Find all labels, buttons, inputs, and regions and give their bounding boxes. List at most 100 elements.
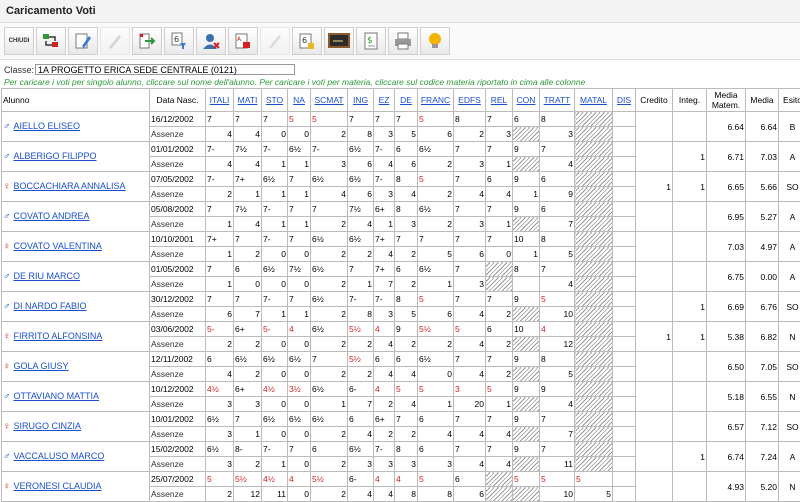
subject-link[interactable]: REL (491, 95, 508, 105)
grade-cell[interactable]: 7 (540, 262, 575, 277)
subject-header-rel[interactable]: REL (486, 89, 513, 112)
grade-cell[interactable]: 6½ (348, 442, 374, 457)
grade-cell[interactable]: 6+ (234, 322, 262, 337)
grade-cell[interactable]: 6½ (311, 292, 348, 307)
student-name-link[interactable]: ALBERIGO FILIPPO (14, 151, 97, 161)
grade-cell[interactable] (613, 112, 636, 127)
subject-header-de[interactable]: DE (395, 89, 418, 112)
grade-cell[interactable]: 8 (395, 202, 418, 217)
grade-cell[interactable]: 7+ (234, 172, 262, 187)
grade-cell[interactable]: 7+ (206, 232, 234, 247)
grade-cell[interactable]: 7 (454, 412, 486, 427)
user-delete-button[interactable] (196, 27, 226, 55)
grade-cell[interactable] (613, 352, 636, 367)
student-name-link[interactable]: AIELLO ELISEO (14, 121, 81, 131)
grade-cell[interactable]: 7- (206, 142, 234, 157)
grade-cell[interactable]: 7+ (374, 232, 395, 247)
grade-cell[interactable] (575, 442, 613, 457)
student-name-link[interactable]: GOLA GIUSY (14, 361, 69, 371)
grade-cell[interactable]: 5 (575, 472, 613, 487)
subject-header-matal[interactable]: MATAL (575, 89, 613, 112)
grade-cell[interactable]: 5 (540, 292, 575, 307)
grade-cell[interactable]: 6 (206, 352, 234, 367)
grade-cell[interactable]: 7 (454, 292, 486, 307)
student-name-link[interactable]: COVATO VALENTINA (14, 241, 102, 251)
grade-cell[interactable]: 7 (486, 292, 513, 307)
grade-cell[interactable]: 6½ (311, 322, 348, 337)
grade-cell[interactable]: 5 (206, 472, 234, 487)
grade-cell[interactable] (613, 172, 636, 187)
subject-link[interactable]: DIS (617, 95, 631, 105)
grade-cell[interactable]: 6½ (234, 352, 262, 367)
grade-cell[interactable]: 5 (454, 322, 486, 337)
grade-cell[interactable]: 8 (513, 262, 540, 277)
grade-cell[interactable]: 5 (395, 382, 418, 397)
grade-cell[interactable] (575, 352, 613, 367)
grade-cell[interactable]: 6 (234, 262, 262, 277)
grade-cell[interactable]: 7 (206, 112, 234, 127)
grade-cell[interactable]: 7½ (348, 202, 374, 217)
grade-cell[interactable]: 4 (395, 472, 418, 487)
subject-header-sto[interactable]: STO (262, 89, 288, 112)
student-name-link[interactable]: VERONESI CLAUDIA (14, 481, 102, 491)
grade-cell[interactable]: 7 (206, 262, 234, 277)
grade-cell[interactable] (613, 262, 636, 277)
grade-cell[interactable]: 7 (540, 142, 575, 157)
grade-cell[interactable]: 9 (513, 142, 540, 157)
grade-cell[interactable]: 7- (262, 292, 288, 307)
grade-cell[interactable]: 9 (540, 382, 575, 397)
grade-cell[interactable]: 5½ (418, 322, 454, 337)
grade-cell[interactable]: 4½ (206, 382, 234, 397)
grade-cell[interactable]: 6+ (234, 382, 262, 397)
grade-cell[interactable]: 7 (395, 112, 418, 127)
grade-cell[interactable]: 9 (513, 202, 540, 217)
grade-cell[interactable] (613, 412, 636, 427)
grade-cell[interactable]: 7- (374, 142, 395, 157)
grade-cell[interactable]: 4 (288, 472, 311, 487)
grade-cell[interactable]: 7 (486, 442, 513, 457)
close-button[interactable]: CHIUDI (4, 27, 34, 55)
grade-cell[interactable]: 6½ (288, 352, 311, 367)
grade-cell[interactable]: 7- (262, 232, 288, 247)
grade-cell[interactable]: 6½ (206, 412, 234, 427)
grade-cell[interactable] (613, 472, 636, 487)
print-button[interactable] (388, 27, 418, 55)
grade-cell[interactable]: 5 (540, 472, 575, 487)
grade-cell[interactable] (613, 142, 636, 157)
grade-cell[interactable]: 5½ (311, 472, 348, 487)
grade-cell[interactable]: 8 (395, 292, 418, 307)
grade-cell[interactable]: 6½ (348, 142, 374, 157)
grade-cell[interactable]: 10 (513, 232, 540, 247)
grade-cell[interactable]: 6+ (374, 412, 395, 427)
grade-cell[interactable]: 8 (395, 442, 418, 457)
grade-cell[interactable]: 6½ (311, 232, 348, 247)
grade-cell[interactable]: 7½ (234, 202, 262, 217)
grade-cell[interactable]: 6- (348, 382, 374, 397)
grade-cell[interactable]: 4 (540, 322, 575, 337)
grade-cell[interactable]: 9 (395, 322, 418, 337)
grade-cell[interactable]: 7 (234, 232, 262, 247)
grade-cell[interactable]: 8 (540, 352, 575, 367)
grade-cell[interactable]: 8 (395, 172, 418, 187)
grade-cell[interactable]: 7 (395, 412, 418, 427)
money-document-button[interactable]: $ (356, 27, 386, 55)
subject-link[interactable]: EDFS (458, 95, 481, 105)
grade-cell[interactable]: 7 (454, 352, 486, 367)
subject-header-dis[interactable]: DIS (613, 89, 636, 112)
grade-cell[interactable]: 7 (395, 232, 418, 247)
grade-cell[interactable]: 8 (540, 112, 575, 127)
grade-cell[interactable]: 6½ (311, 262, 348, 277)
grade-cell[interactable]: 3½ (288, 382, 311, 397)
grade-cell[interactable]: 6 (348, 412, 374, 427)
grade-cell[interactable]: 7- (206, 172, 234, 187)
grade-cell[interactable]: 7 (486, 412, 513, 427)
grade-cell[interactable]: 6½ (206, 442, 234, 457)
grade-cell[interactable]: 5 (418, 472, 454, 487)
grade-cell[interactable]: 7 (486, 202, 513, 217)
grade-cell[interactable]: 6½ (262, 352, 288, 367)
grade-cell[interactable]: 5 (418, 382, 454, 397)
grade-cell[interactable]: 5 (418, 172, 454, 187)
grade-cell[interactable]: 7 (454, 202, 486, 217)
subject-link[interactable]: EZ (379, 95, 390, 105)
grade-cell[interactable]: 7- (374, 292, 395, 307)
